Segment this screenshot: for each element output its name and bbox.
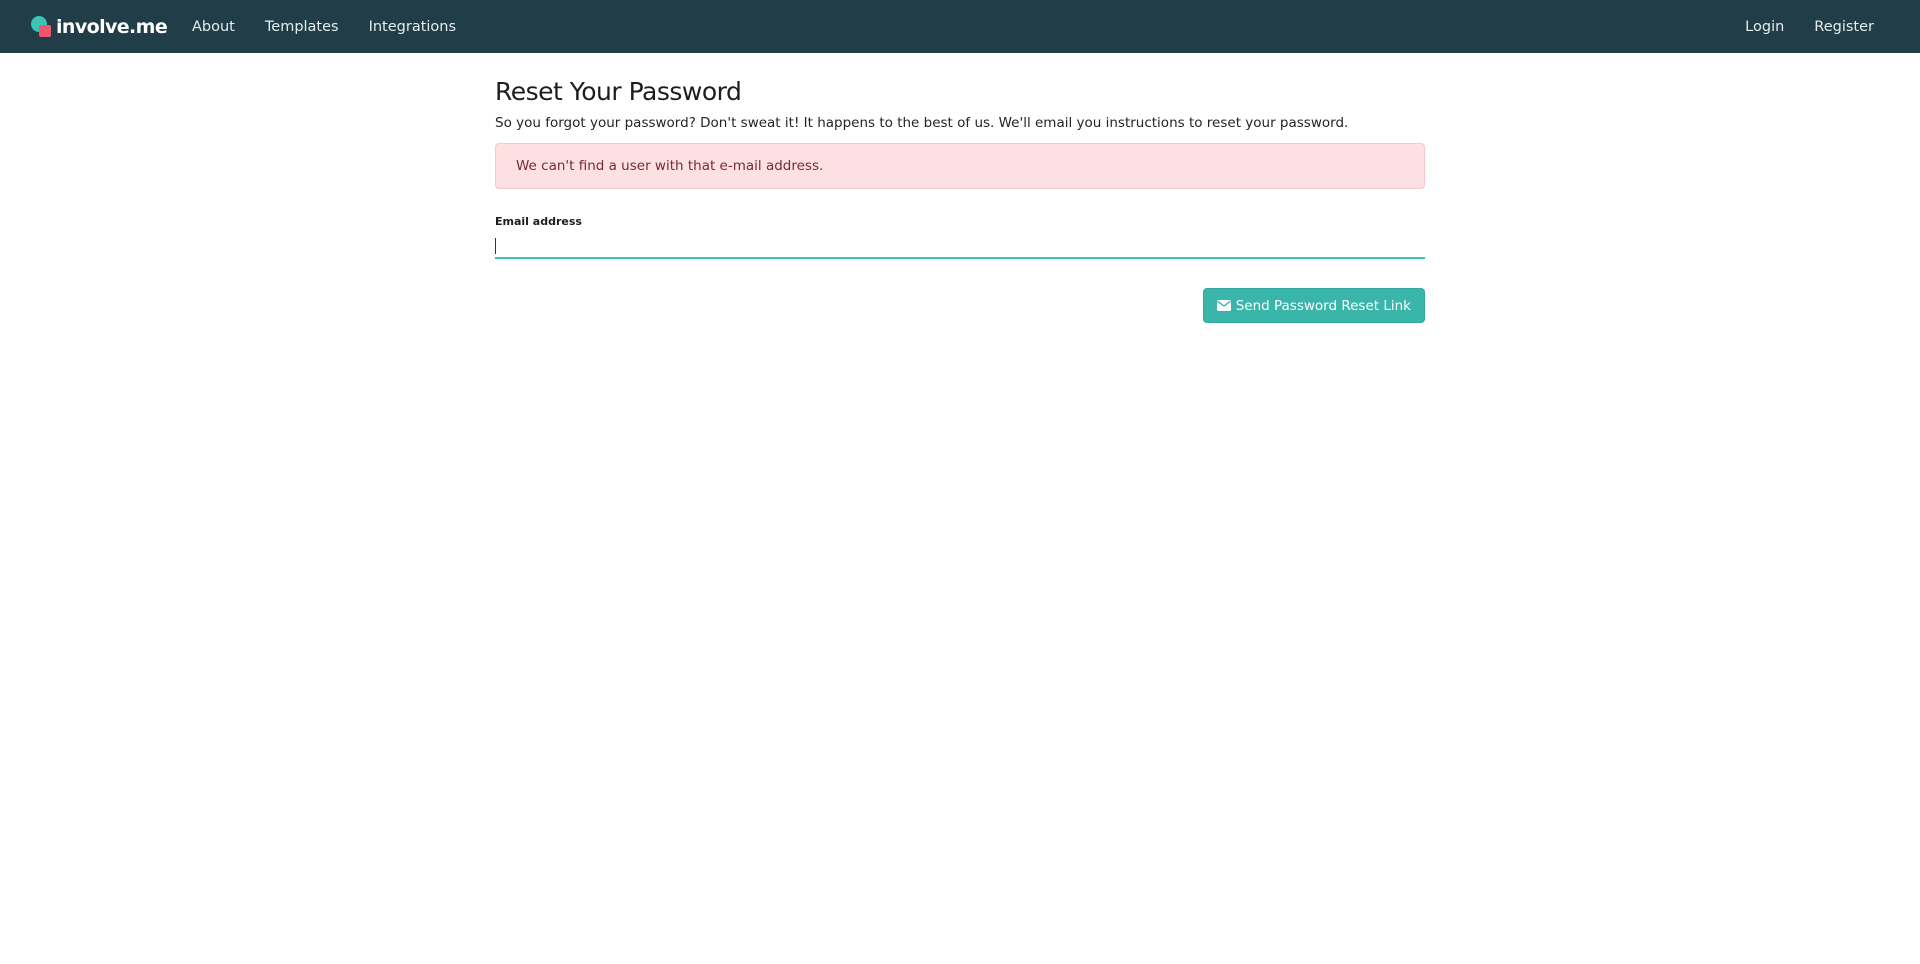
nav-link-login[interactable]: Login (1730, 19, 1799, 35)
brand-logo-icon (31, 16, 53, 38)
error-alert: We can't find a user with that e-mail ad… (495, 143, 1425, 189)
page-title: Reset Your Password (495, 77, 742, 106)
nav-link-register[interactable]: Register (1799, 19, 1889, 35)
text-cursor (495, 238, 496, 254)
form-actions: Send Password Reset Link (495, 288, 1425, 323)
email-field-label: Email address (495, 215, 582, 228)
primary-nav: About Templates Integrations (177, 0, 471, 53)
nav-link-templates[interactable]: Templates (250, 19, 354, 35)
send-reset-link-label: Send Password Reset Link (1235, 297, 1411, 314)
email-field-wrapper (495, 233, 1425, 259)
error-alert-message: We can't find a user with that e-mail ad… (516, 158, 824, 174)
reset-password-panel: Reset Your Password So you forgot your p… (495, 53, 1425, 323)
email-field[interactable] (495, 233, 1425, 259)
envelope-icon (1216, 300, 1231, 311)
nav-link-about[interactable]: About (177, 19, 250, 35)
page-subtitle: So you forgot your password? Don't sweat… (495, 115, 1349, 131)
brand-logo-link[interactable]: involve.me (31, 14, 168, 40)
send-reset-link-button[interactable]: Send Password Reset Link (1202, 288, 1425, 323)
nav-link-integrations[interactable]: Integrations (354, 19, 471, 35)
brand-name: involve.me (56, 16, 168, 38)
top-navbar: involve.me About Templates Integrations … (0, 0, 1920, 53)
account-nav: Login Register (1730, 0, 1889, 53)
